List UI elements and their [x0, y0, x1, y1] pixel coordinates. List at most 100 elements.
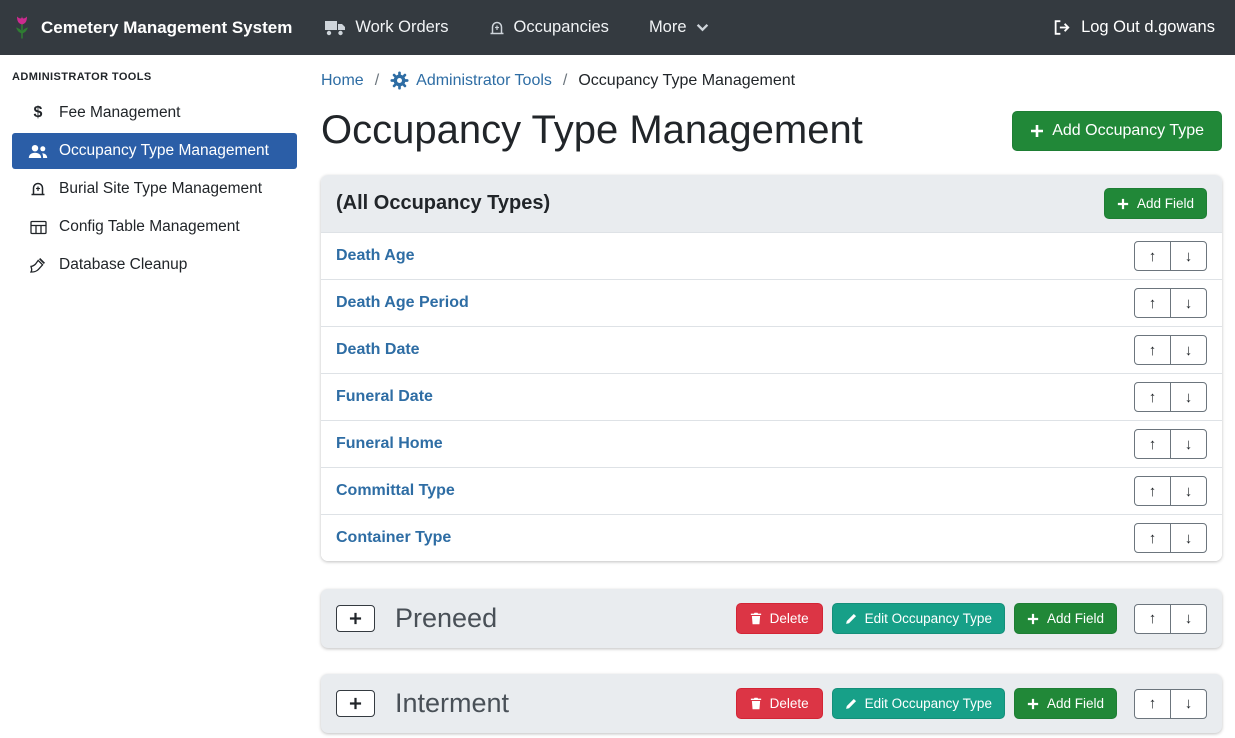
occupancy-type-section-preneed: Preneed Delete Edit Occupancy Type	[321, 589, 1222, 648]
arrow-down-icon: ↓	[1185, 248, 1193, 265]
table-row: Death Age ↑ ↓	[321, 232, 1222, 279]
move-down-button[interactable]: ↓	[1170, 241, 1207, 271]
add-field-button[interactable]: Add Field	[1014, 603, 1117, 634]
nav-work-orders-label: Work Orders	[355, 18, 448, 37]
delete-button[interactable]: Delete	[736, 603, 823, 634]
breadcrumb-admin-tools-link[interactable]: Administrator Tools	[390, 71, 552, 90]
reorder-group: ↑ ↓	[1134, 429, 1207, 459]
reorder-group: ↑ ↓	[1134, 241, 1207, 271]
reorder-group: ↑ ↓	[1134, 689, 1207, 719]
section-title: Interment	[395, 688, 509, 719]
sidebar-item-database-cleanup[interactable]: Database Cleanup	[12, 247, 297, 283]
move-up-button[interactable]: ↑	[1134, 429, 1171, 459]
move-up-button[interactable]: ↑	[1134, 476, 1171, 506]
section-title: Preneed	[395, 603, 497, 634]
nav-occupancies[interactable]: Occupancies	[489, 18, 609, 37]
move-up-button[interactable]: ↑	[1134, 335, 1171, 365]
sidebar-item-label: Burial Site Type Management	[59, 180, 262, 198]
brand[interactable]: Cemetery Management System	[12, 14, 292, 41]
nav-work-orders[interactable]: Work Orders	[324, 18, 448, 37]
sidebar-heading: ADMINISTRATOR TOOLS	[0, 63, 308, 93]
occupancy-type-section-interment: Interment Delete Edit Occupancy Type	[321, 674, 1222, 733]
add-occupancy-type-button[interactable]: Add Occupancy Type	[1012, 111, 1222, 151]
layout: ADMINISTRATOR TOOLS $ Fee Management Occ…	[0, 55, 1235, 738]
field-link[interactable]: Death Age Period	[336, 294, 469, 312]
plus-icon	[1030, 124, 1044, 138]
sidebar-item-occupancy-type-management[interactable]: Occupancy Type Management	[12, 133, 297, 169]
arrow-up-icon: ↑	[1149, 295, 1157, 312]
field-link[interactable]: Committal Type	[336, 482, 455, 500]
arrow-up-icon: ↑	[1149, 610, 1157, 627]
move-up-button[interactable]: ↑	[1134, 604, 1171, 634]
breadcrumb-separator: /	[563, 72, 567, 90]
truck-icon	[324, 19, 346, 36]
arrow-down-icon: ↓	[1185, 695, 1193, 712]
chevron-down-icon	[696, 23, 709, 32]
field-link[interactable]: Death Date	[336, 341, 420, 359]
add-field-button[interactable]: Add Field	[1104, 188, 1207, 219]
main-nav: Work Orders Occupancies More	[324, 18, 708, 37]
nav-more-label: More	[649, 18, 687, 37]
reorder-group: ↑ ↓	[1134, 604, 1207, 634]
table-icon	[28, 220, 48, 235]
move-down-button[interactable]: ↓	[1170, 288, 1207, 318]
sidebar-item-burial-site-type-management[interactable]: Burial Site Type Management	[12, 171, 297, 207]
nav-occupancies-label: Occupancies	[514, 18, 609, 37]
edit-occupancy-type-button[interactable]: Edit Occupancy Type	[832, 603, 1005, 634]
field-link[interactable]: Funeral Date	[336, 388, 433, 406]
move-up-button[interactable]: ↑	[1134, 689, 1171, 719]
field-link[interactable]: Container Type	[336, 529, 451, 547]
edit-occupancy-type-button[interactable]: Edit Occupancy Type	[832, 688, 1005, 719]
logout-link[interactable]: Log Out d.gowans	[1053, 18, 1215, 37]
breadcrumb-current: Occupancy Type Management	[578, 72, 795, 90]
move-down-button[interactable]: ↓	[1170, 382, 1207, 412]
arrow-up-icon: ↑	[1149, 436, 1157, 453]
move-down-button[interactable]: ↓	[1170, 429, 1207, 459]
section-actions: Delete Edit Occupancy Type Add Field ↑	[736, 688, 1207, 719]
sidebar-item-label: Fee Management	[59, 104, 181, 122]
breadcrumb: Home / Administrator Tools / Occupa	[321, 71, 1222, 90]
move-up-button[interactable]: ↑	[1134, 288, 1171, 318]
move-up-button[interactable]: ↑	[1134, 241, 1171, 271]
expand-button[interactable]	[336, 690, 375, 717]
logout-icon	[1053, 19, 1072, 36]
plus-icon	[349, 697, 362, 710]
top-navbar: Cemetery Management System Work Orders O…	[0, 0, 1235, 55]
trash-icon	[750, 612, 762, 625]
table-row: Container Type ↑ ↓	[321, 514, 1222, 561]
move-down-button[interactable]: ↓	[1170, 689, 1207, 719]
delete-button[interactable]: Delete	[736, 688, 823, 719]
nav-more[interactable]: More	[649, 18, 709, 37]
sidebar-item-config-table-management[interactable]: Config Table Management	[12, 209, 297, 245]
move-down-button[interactable]: ↓	[1170, 523, 1207, 553]
field-link[interactable]: Death Age	[336, 247, 415, 265]
arrow-up-icon: ↑	[1149, 248, 1157, 265]
section-actions: Delete Edit Occupancy Type Add Field ↑	[736, 603, 1207, 634]
dollar-icon: $	[28, 104, 48, 122]
card-title: (All Occupancy Types)	[336, 192, 550, 215]
arrow-down-icon: ↓	[1185, 610, 1193, 627]
breadcrumb-home-link[interactable]: Home	[321, 72, 364, 90]
logout-label: Log Out d.gowans	[1081, 18, 1215, 37]
add-field-button[interactable]: Add Field	[1014, 688, 1117, 719]
move-up-button[interactable]: ↑	[1134, 523, 1171, 553]
move-down-button[interactable]: ↓	[1170, 335, 1207, 365]
move-down-button[interactable]: ↓	[1170, 476, 1207, 506]
table-row: Death Date ↑ ↓	[321, 326, 1222, 373]
sidebar-item-fee-management[interactable]: $ Fee Management	[12, 95, 297, 131]
move-up-button[interactable]: ↑	[1134, 382, 1171, 412]
expand-button[interactable]	[336, 605, 375, 632]
page-title: Occupancy Type Management	[321, 108, 863, 153]
move-down-button[interactable]: ↓	[1170, 604, 1207, 634]
arrow-up-icon: ↑	[1149, 389, 1157, 406]
field-link[interactable]: Funeral Home	[336, 435, 443, 453]
trash-icon	[750, 697, 762, 710]
arrow-up-icon: ↑	[1149, 695, 1157, 712]
title-row: Occupancy Type Management Add Occupancy …	[321, 108, 1222, 153]
sidebar-item-label: Occupancy Type Management	[59, 142, 269, 160]
table-row: Funeral Home ↑ ↓	[321, 420, 1222, 467]
plus-icon	[1027, 698, 1039, 710]
plus-icon	[1027, 613, 1039, 625]
arrow-down-icon: ↓	[1185, 436, 1193, 453]
tombstone-icon	[489, 20, 505, 36]
